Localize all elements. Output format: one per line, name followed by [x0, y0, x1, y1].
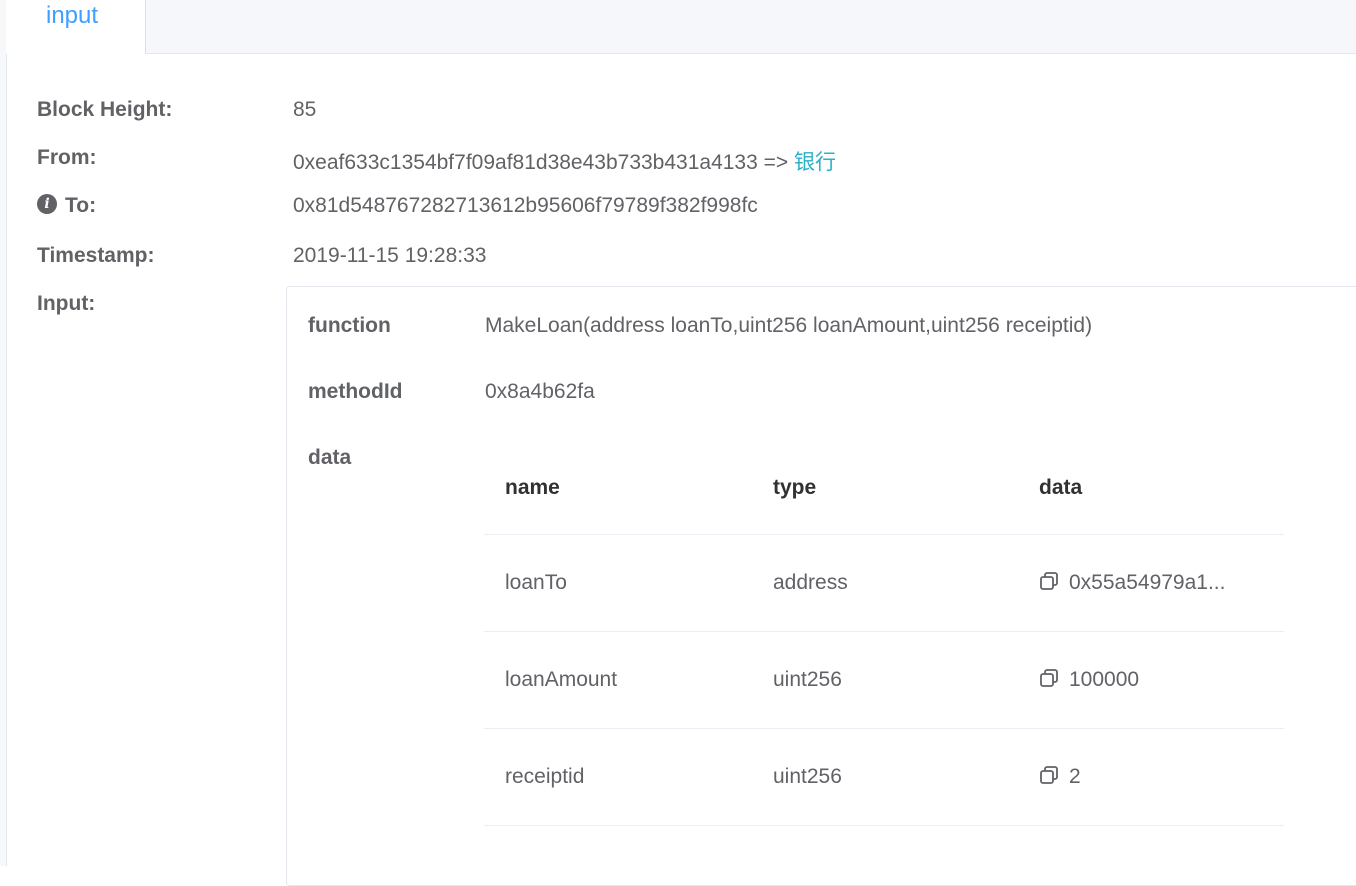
column-header-type: type — [773, 476, 817, 499]
timestamp-label: Timestamp: — [37, 244, 155, 267]
copy-icon[interactable] — [1039, 571, 1059, 591]
param-data-value: 100000 — [1069, 668, 1140, 691]
to-label: To: — [65, 194, 97, 217]
table-row: receiptid uint256 2 — [484, 729, 1284, 826]
to-value: 0x81d548767282713612b95606f79789f382f998… — [293, 194, 758, 217]
tab-bar: input — [6, 0, 1356, 54]
column-header-name: name — [505, 476, 560, 499]
data-label: data — [308, 446, 352, 469]
table-row: loanTo address 0x55a54979a1... — [484, 535, 1284, 632]
param-name: loanAmount — [505, 668, 618, 691]
copy-icon[interactable] — [1039, 765, 1059, 785]
param-name: loanTo — [505, 571, 567, 594]
copy-icon[interactable] — [1039, 668, 1059, 688]
function-label: function — [308, 314, 391, 337]
param-type: uint256 — [773, 765, 842, 788]
block-height-label: Block Height: — [37, 98, 173, 121]
param-data-value: 2 — [1069, 765, 1081, 788]
column-header-data: data — [1039, 476, 1083, 499]
param-name: receiptid — [505, 765, 585, 788]
table-row: loanAmount uint256 100000 — [484, 632, 1284, 729]
params-table: name type data loanTo address 0x55a54979… — [484, 442, 1284, 826]
from-arrow: => — [763, 151, 789, 174]
from-label: From: — [37, 146, 97, 169]
method-id-value: 0x8a4b62fa — [485, 380, 595, 403]
from-name-link[interactable]: 银行 — [794, 151, 836, 174]
from-value: 0xeaf633c1354bf7f09af81d38e43b733b431a41… — [293, 146, 836, 176]
tab-input-label: input — [46, 2, 99, 29]
param-data-value: 0x55a54979a1... — [1069, 571, 1226, 594]
from-address: 0xeaf633c1354bf7f09af81d38e43b733b431a41… — [293, 151, 758, 174]
param-data: 100000 — [1039, 632, 1139, 728]
param-type: uint256 — [773, 668, 842, 691]
param-data: 2 — [1039, 729, 1081, 825]
block-height-value: 85 — [293, 98, 317, 121]
function-value: MakeLoan(address loanTo,uint256 loanAmou… — [485, 314, 1093, 337]
param-type: address — [773, 571, 848, 594]
method-id-label: methodId — [308, 380, 403, 403]
timestamp-value: 2019-11-15 19:28:33 — [293, 244, 487, 267]
table-header-row: name type data — [484, 442, 1284, 535]
input-label: Input: — [37, 292, 96, 315]
tab-input[interactable]: input — [6, 0, 146, 54]
to-label-row: To: — [37, 194, 96, 218]
info-circle-icon[interactable] — [37, 194, 57, 214]
param-data: 0x55a54979a1... — [1039, 535, 1225, 631]
left-border — [0, 0, 7, 866]
